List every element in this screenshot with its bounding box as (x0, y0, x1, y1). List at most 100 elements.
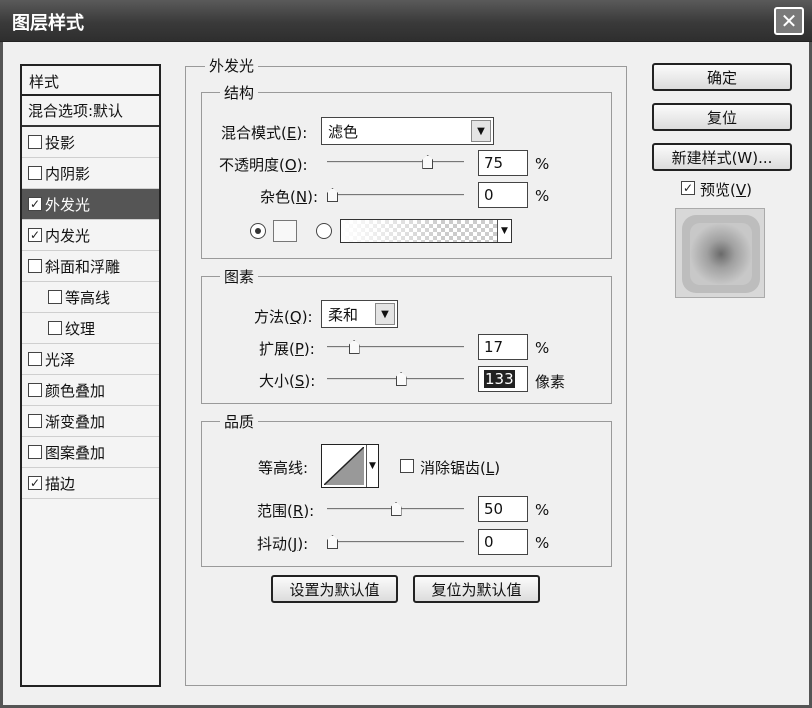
noise-unit: % (535, 187, 550, 205)
style-item-label: 投影 (45, 133, 76, 152)
style-item-label: 内发光 (45, 226, 91, 245)
style-item[interactable]: ✓ 外发光 (22, 189, 159, 220)
preview-label[interactable]: 预览(V) (700, 179, 752, 200)
make-default-button[interactable]: 设置为默认值 (271, 575, 398, 603)
style-checkbox[interactable] (28, 166, 42, 180)
style-item[interactable]: 内阴影 (22, 158, 159, 189)
opacity-label: 不透明度(O): (219, 156, 308, 174)
range-input[interactable]: 50 (478, 496, 528, 522)
spread-input[interactable]: 17 (478, 334, 528, 360)
outer-glow-title: 外发光 (205, 55, 259, 76)
jitter-label: 抖动(J): (257, 535, 309, 553)
style-item[interactable]: 等高线 (22, 282, 159, 313)
chevron-down-icon: ▼ (375, 303, 395, 325)
close-button[interactable]: ✕ (774, 7, 804, 35)
size-slider-thumb[interactable] (395, 372, 407, 386)
style-checkbox[interactable] (28, 135, 42, 149)
style-item-label: 外发光 (45, 195, 91, 214)
structure-title: 结构 (220, 82, 259, 103)
style-item-label: 纹理 (65, 319, 96, 338)
solid-color-radio[interactable] (250, 223, 266, 239)
style-checkbox[interactable]: ✓ (28, 197, 42, 211)
antialias-checkbox[interactable] (400, 459, 414, 473)
range-slider[interactable] (327, 502, 464, 516)
technique-select[interactable]: 柔和 ▼ (321, 300, 398, 328)
jitter-input[interactable]: 0 (478, 529, 528, 555)
jitter-slider-thumb[interactable] (327, 535, 338, 549)
style-item-label: 斜面和浮雕 (45, 257, 121, 276)
opacity-input[interactable]: 75 (478, 150, 528, 176)
contour-picker[interactable]: ▼ (321, 444, 379, 488)
style-item[interactable]: 斜面和浮雕 (22, 251, 159, 282)
style-item[interactable]: 图案叠加 (22, 437, 159, 468)
preview-thumbnail-icon (682, 215, 760, 293)
style-checkbox[interactable] (28, 259, 42, 273)
glow-color-swatch[interactable] (273, 220, 297, 242)
style-preview (675, 208, 765, 298)
opacity-unit: % (535, 155, 550, 173)
size-input[interactable]: 133 (478, 366, 528, 392)
technique-label: 方法(Q): (254, 308, 313, 326)
antialias-label[interactable]: 消除锯齿(L) (420, 457, 500, 478)
style-checkbox[interactable] (28, 352, 42, 366)
noise-label: 杂色(N): (260, 188, 319, 206)
style-item-label: 颜色叠加 (45, 381, 106, 400)
style-item[interactable]: 渐变叠加 (22, 406, 159, 437)
reset-button[interactable]: 复位 (652, 103, 792, 131)
chevron-down-icon: ▼ (471, 120, 491, 142)
style-item-label: 光泽 (45, 350, 76, 369)
close-icon: ✕ (780, 9, 798, 33)
window-title: 图层样式 (12, 13, 84, 34)
style-checkbox[interactable]: ✓ (28, 476, 42, 490)
opacity-slider-thumb[interactable] (422, 155, 434, 169)
jitter-unit: % (535, 534, 550, 552)
noise-slider-thumb[interactable] (327, 188, 338, 202)
style-item-label: 等高线 (65, 288, 111, 307)
quality-title: 品质 (220, 411, 259, 432)
blend-mode-label: 混合模式(E): (221, 124, 308, 142)
ok-button[interactable]: 确定 (652, 63, 792, 91)
new-style-button[interactable]: 新建样式(W)... (652, 143, 792, 171)
size-label: 大小(S): (259, 372, 316, 390)
style-list: 样式 混合选项:默认 投影 内阴影 ✓ 外发光 ✓ 内发光 斜面和浮雕 等高线 纹理 光泽 颜色叠加渐… (20, 64, 161, 687)
technique-value: 柔和 (328, 306, 359, 324)
noise-input[interactable]: 0 (478, 182, 528, 208)
jitter-slider[interactable] (327, 535, 464, 549)
spread-label: 扩展(P): (259, 340, 315, 358)
chevron-down-icon: ▼ (366, 445, 378, 487)
style-item[interactable]: ✓ 描边 (22, 468, 159, 499)
contour-label: 等高线: (258, 459, 309, 477)
style-checkbox[interactable] (28, 414, 42, 428)
blend-mode-value: 滤色 (328, 123, 359, 141)
style-checkbox[interactable]: ✓ (28, 228, 42, 242)
style-item[interactable]: ✓ 内发光 (22, 220, 159, 251)
style-item-label: 混合选项:默认 (28, 102, 124, 120)
gradient-picker[interactable]: ▼ (340, 219, 512, 243)
style-item[interactable]: 纹理 (22, 313, 159, 344)
spread-slider-thumb[interactable] (348, 340, 360, 354)
title-bar: 图层样式 ✕ (0, 0, 812, 42)
gradient-radio[interactable] (316, 223, 332, 239)
opacity-slider[interactable] (327, 155, 464, 169)
size-slider[interactable] (327, 372, 464, 386)
style-item[interactable]: 混合选项:默认 (22, 96, 159, 127)
style-item-label: 图案叠加 (45, 443, 106, 462)
style-item[interactable]: 光泽 (22, 344, 159, 375)
style-checkbox[interactable] (48, 290, 62, 304)
range-slider-thumb[interactable] (390, 502, 402, 516)
range-unit: % (535, 501, 550, 519)
reset-default-button[interactable]: 复位为默认值 (413, 575, 540, 603)
preview-checkbox[interactable]: ✓ (681, 181, 695, 195)
noise-slider[interactable] (327, 188, 464, 202)
spread-slider[interactable] (327, 340, 464, 354)
style-item-label: 内阴影 (45, 164, 91, 183)
blend-mode-select[interactable]: 滤色 ▼ (321, 117, 494, 145)
style-item[interactable]: 颜色叠加 (22, 375, 159, 406)
style-checkbox[interactable] (28, 445, 42, 459)
style-checkbox[interactable] (48, 321, 62, 335)
style-checkbox[interactable] (28, 383, 42, 397)
contour-linear-icon (324, 447, 364, 485)
style-item-label: 渐变叠加 (45, 412, 106, 431)
style-item[interactable]: 投影 (22, 127, 159, 158)
spread-unit: % (535, 339, 550, 357)
